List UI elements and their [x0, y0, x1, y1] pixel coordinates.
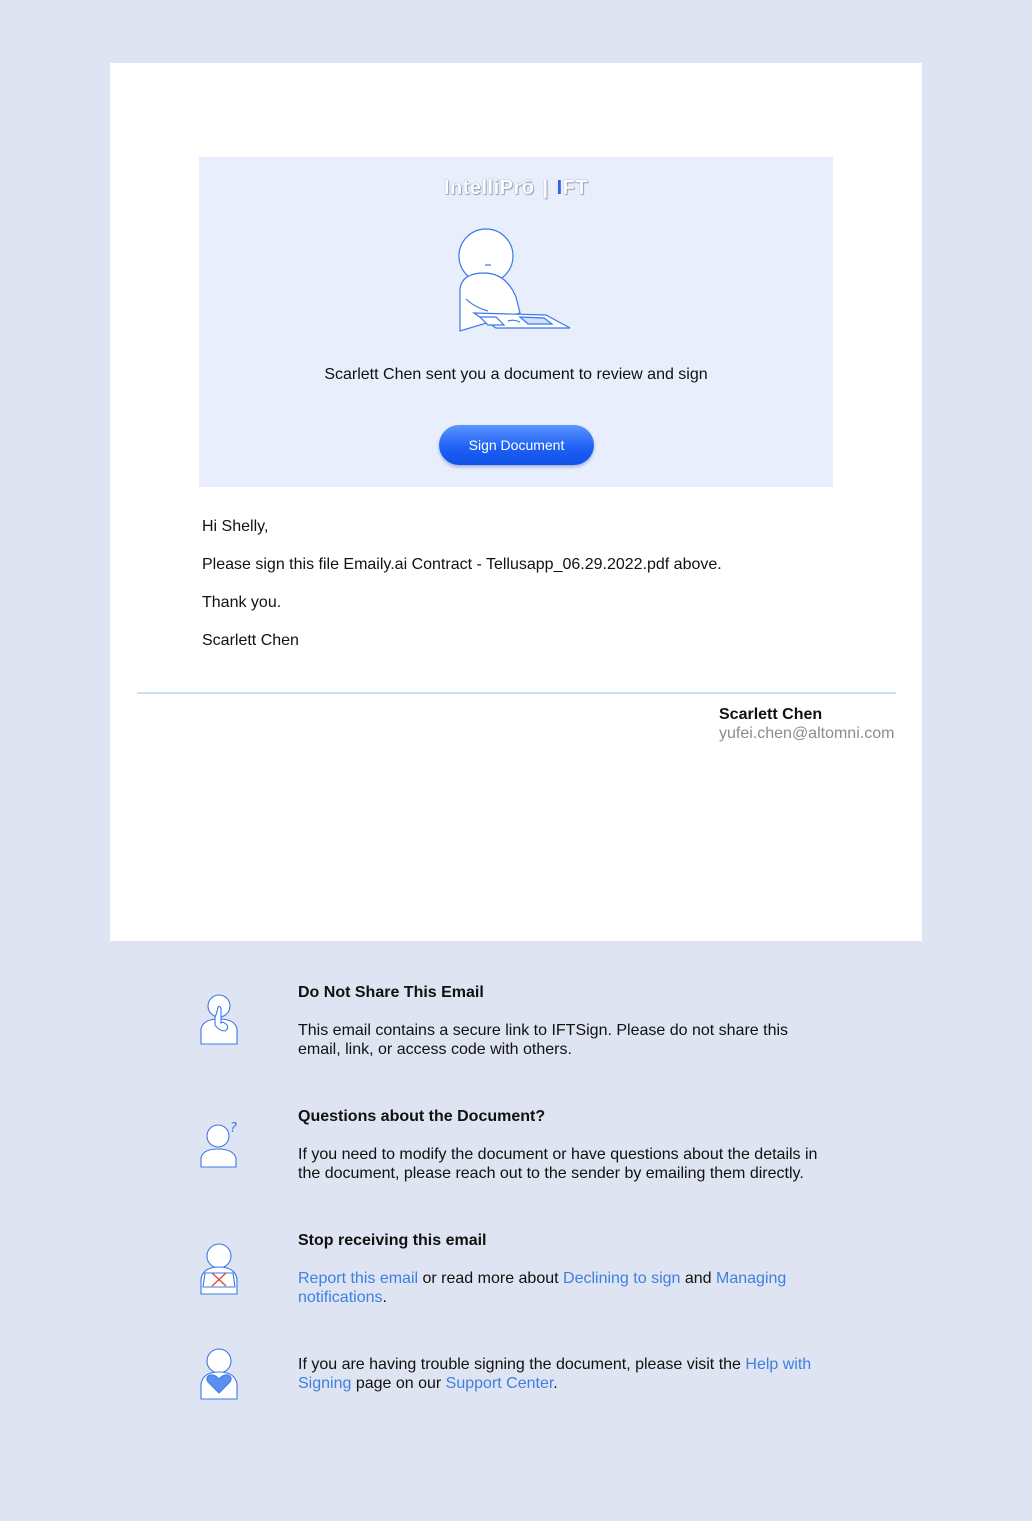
stop-text-part: and	[680, 1270, 717, 1287]
logo-separator: |	[542, 177, 549, 199]
stop-title: Stop receiving this email	[298, 1232, 487, 1249]
intellipro-logo: IntelliPrō	[443, 177, 535, 199]
heart-person-icon	[200, 1348, 238, 1400]
help-text-part: page on our	[351, 1375, 446, 1392]
stop-text-part: or read more about	[418, 1270, 564, 1287]
thanks-text: Thank you.	[202, 594, 282, 611]
questions-text: If you need to modify the document or ha…	[298, 1146, 818, 1182]
help-text-part: If you are having trouble signing the do…	[298, 1356, 746, 1373]
help-text-part: .	[553, 1375, 558, 1392]
signature-divider	[137, 692, 896, 694]
signature-name: Scarlett Chen	[719, 706, 823, 723]
help-text: If you are having trouble signing the do…	[298, 1355, 828, 1393]
email-card: IntelliPrō | IFT Scarlett Chen sent you a …	[110, 63, 922, 941]
questions-title: Questions about the Document?	[298, 1108, 546, 1125]
share-title: Do Not Share This Email	[298, 984, 484, 1001]
stop-text: Report this email or read more about Dec…	[298, 1269, 828, 1307]
report-email-link[interactable]: Report this email	[298, 1270, 418, 1287]
brand-logo: IntelliPrō | IFT	[199, 177, 833, 200]
sign-document-button[interactable]: Sign Document	[439, 425, 594, 465]
request-text: Please sign this file Emaily.ai Contract…	[202, 556, 722, 573]
share-text: This email contains a secure link to IFT…	[298, 1022, 789, 1058]
declined-person-icon	[200, 1243, 238, 1295]
sign-off-text: Scarlett Chen	[202, 632, 299, 649]
email-hero-banner: IntelliPrō | IFT Scarlett Chen sent you a …	[199, 157, 833, 487]
declining-to-sign-link[interactable]: Declining to sign	[563, 1270, 680, 1287]
hero-message: Scarlett Chen sent you a document to rev…	[324, 366, 708, 383]
ift-logo-text: FT	[562, 177, 589, 199]
stop-text-part: .	[382, 1289, 387, 1306]
question-person-icon: ?	[200, 1121, 237, 1168]
support-center-link[interactable]: Support Center	[446, 1375, 554, 1392]
greeting-text: Hi Shelly,	[202, 518, 269, 535]
svg-text:?: ?	[230, 1121, 237, 1136]
hush-person-icon	[200, 994, 238, 1045]
person-signing-illustration	[458, 228, 571, 332]
signature-email: yufei.chen@altomni.com	[719, 725, 895, 742]
